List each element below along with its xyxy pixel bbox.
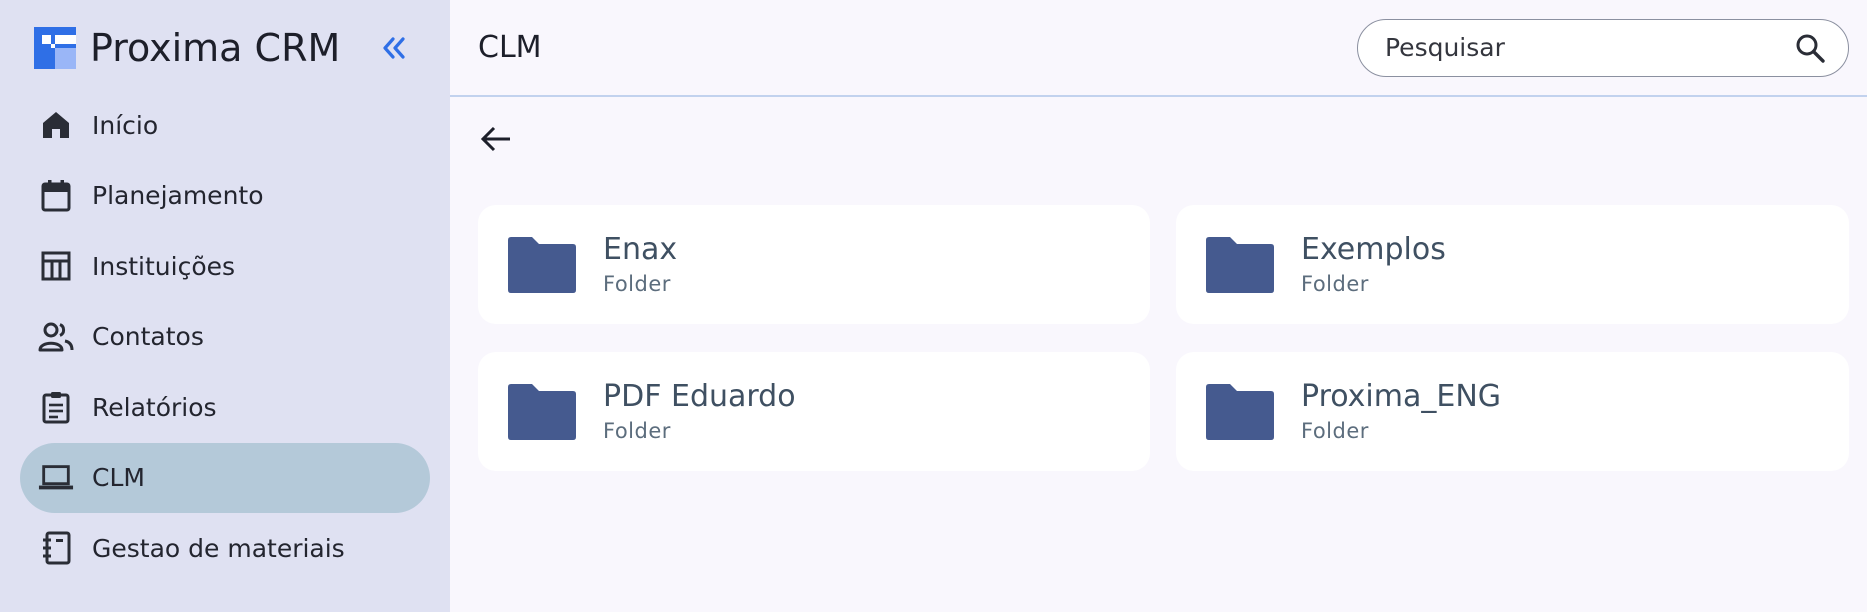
content-area: Enax Folder Exemplos Folder PDF Eduardo bbox=[450, 97, 1867, 471]
arrow-left-icon bbox=[480, 126, 510, 152]
search-box bbox=[1357, 18, 1849, 77]
clipboard-icon bbox=[38, 389, 74, 425]
folder-grid: Enax Folder Exemplos Folder PDF Eduardo bbox=[478, 205, 1849, 471]
folder-icon bbox=[1206, 236, 1274, 293]
folder-card-pdf-eduardo[interactable]: PDF Eduardo Folder bbox=[478, 352, 1150, 471]
folder-icon bbox=[508, 236, 576, 293]
folder-type: Folder bbox=[1301, 271, 1369, 296]
folder-text: Proxima_ENG Folder bbox=[1301, 379, 1501, 445]
page-title: CLM bbox=[478, 30, 542, 65]
proxima-logo-icon bbox=[34, 27, 76, 69]
institution-icon bbox=[38, 248, 74, 284]
calendar-icon bbox=[38, 178, 74, 214]
sidebar-item-label: Gestao de materiais bbox=[92, 533, 345, 563]
notebook-icon bbox=[38, 530, 74, 566]
folder-card-proxima-eng[interactable]: Proxima_ENG Folder bbox=[1176, 352, 1849, 471]
sidebar-item-label: Instituições bbox=[92, 251, 236, 281]
app-root: Proxima CRM Início Planejamento Institui… bbox=[0, 0, 1867, 612]
folder-text: Exemplos Folder bbox=[1301, 232, 1446, 298]
folder-card-enax[interactable]: Enax Folder bbox=[478, 205, 1150, 324]
sidebar-item-label: Relatórios bbox=[92, 392, 217, 422]
app-name: Proxima CRM bbox=[90, 26, 341, 70]
folder-card-exemplos[interactable]: Exemplos Folder bbox=[1176, 205, 1849, 324]
folder-icon bbox=[508, 383, 576, 440]
folder-icon bbox=[1206, 383, 1274, 440]
sidebar-item-gestao-de-materiais[interactable]: Gestao de materiais bbox=[20, 513, 430, 583]
search-icon[interactable] bbox=[1792, 30, 1828, 66]
sidebar-item-label: Contatos bbox=[92, 322, 204, 351]
search-input[interactable] bbox=[1385, 33, 1792, 62]
main-panel: CLM Enax Folder bbox=[450, 0, 1867, 612]
sidebar-item-planejamento[interactable]: Planejamento bbox=[20, 161, 430, 231]
collapse-sidebar-button[interactable] bbox=[376, 30, 412, 66]
folder-type: Folder bbox=[603, 271, 671, 296]
folder-type: Folder bbox=[603, 418, 671, 443]
laptop-icon bbox=[38, 460, 74, 496]
sidebar-item-relatorios[interactable]: Relatórios bbox=[20, 372, 430, 442]
chevron-double-left-icon bbox=[383, 37, 405, 59]
folder-text: Enax Folder bbox=[603, 232, 677, 298]
folder-type: Folder bbox=[1301, 418, 1369, 443]
contacts-icon bbox=[38, 319, 74, 355]
folder-text: PDF Eduardo Folder bbox=[603, 379, 796, 445]
top-bar: CLM bbox=[450, 0, 1867, 97]
sidebar-item-instituicoes[interactable]: Instituições bbox=[20, 231, 430, 301]
home-icon bbox=[38, 107, 74, 143]
folder-name: Exemplos bbox=[1301, 231, 1446, 267]
sidebar-nav: Início Planejamento Instituições Contato… bbox=[0, 90, 450, 583]
sidebar-item-label: Início bbox=[92, 110, 159, 140]
sidebar-item-inicio[interactable]: Início bbox=[20, 90, 430, 160]
sidebar-item-label: Planejamento bbox=[92, 181, 264, 210]
sidebar-item-clm[interactable]: CLM bbox=[20, 442, 430, 513]
folder-name: Proxima_ENG bbox=[1301, 378, 1502, 414]
brand-header: Proxima CRM bbox=[0, 22, 450, 74]
sidebar-item-contatos[interactable]: Contatos bbox=[20, 302, 430, 372]
folder-name: Enax bbox=[603, 231, 678, 267]
folder-name: PDF Eduardo bbox=[603, 378, 796, 414]
sidebar: Proxima CRM Início Planejamento Institui… bbox=[0, 0, 450, 612]
back-button[interactable] bbox=[474, 117, 518, 161]
sidebar-item-label: CLM bbox=[92, 463, 145, 492]
